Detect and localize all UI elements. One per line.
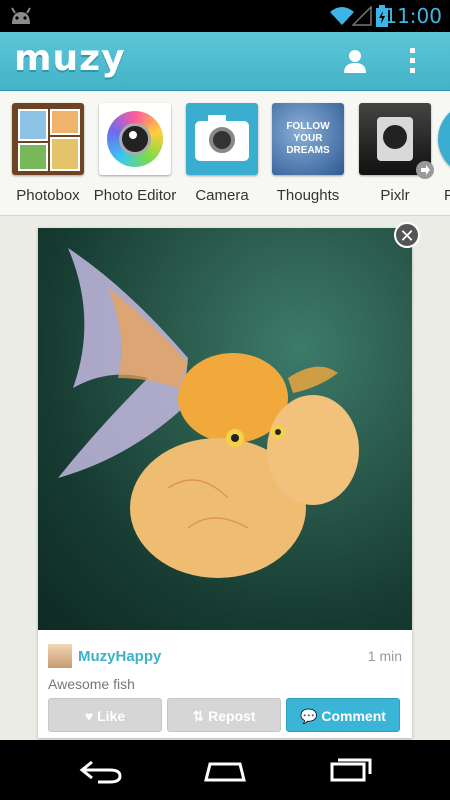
- heart-icon: ♥: [84, 708, 94, 724]
- post-photo[interactable]: [38, 228, 412, 630]
- close-icon[interactable]: ✕: [394, 222, 420, 248]
- recent-apps-icon[interactable]: [328, 754, 374, 784]
- app-label: Pixlr: [380, 187, 410, 204]
- like-label: Like: [97, 708, 126, 724]
- app-label: Photo Editor: [93, 187, 177, 204]
- muzy-logo[interactable]: muzy: [14, 38, 126, 79]
- post-caption: Awesome fish: [48, 676, 135, 692]
- avatar[interactable]: [48, 644, 72, 668]
- repost-button[interactable]: ⇅ Repost: [167, 698, 281, 732]
- person-icon[interactable]: [343, 49, 367, 73]
- status-bar: 11:00: [0, 0, 450, 32]
- apps-strip[interactable]: Photobox Photo Editor Camera FOLLOW YOUR…: [0, 91, 450, 216]
- photo-editor-icon: [99, 103, 171, 175]
- partial-app-icon: [438, 103, 450, 175]
- app-label: P: [444, 187, 450, 204]
- comment-button[interactable]: 💬 Comment: [286, 698, 400, 732]
- repost-icon: ⇅: [192, 708, 205, 724]
- comment-label: Comment: [321, 708, 386, 724]
- navigation-bar: [0, 740, 450, 800]
- app-pixlr[interactable]: Pixlr: [352, 103, 438, 204]
- post-time: 1 min: [367, 648, 402, 664]
- post-card: MuzyHappy 1 min Awesome fish ♥ Like ⇅ Re…: [38, 228, 412, 738]
- app-header: muzy: [0, 32, 450, 91]
- home-icon[interactable]: [200, 758, 250, 784]
- like-button[interactable]: ♥ Like: [48, 698, 162, 732]
- app-label: Photobox: [16, 187, 80, 204]
- post-username[interactable]: MuzyHappy: [78, 648, 161, 665]
- camera-icon: [186, 103, 258, 175]
- overflow-menu-icon[interactable]: [408, 46, 418, 76]
- goldfish-image: [58, 248, 359, 578]
- status-time: 11:00: [384, 4, 442, 28]
- app-camera[interactable]: Camera: [179, 103, 265, 204]
- speech-bubble-icon: 💬: [300, 708, 318, 724]
- signal-icon: [352, 6, 372, 26]
- app-partial[interactable]: P: [438, 103, 450, 204]
- arrow-right-icon: [416, 161, 434, 179]
- app-photobox[interactable]: Photobox: [5, 103, 91, 204]
- repost-label: Repost: [208, 708, 256, 724]
- app-label: Camera: [195, 187, 249, 204]
- back-icon[interactable]: [78, 758, 124, 784]
- photobox-icon: [12, 103, 84, 175]
- thoughts-tile-text: FOLLOW YOUR DREAMS: [286, 121, 330, 156]
- android-debug-icon: [11, 7, 31, 24]
- app-label: Thoughts: [276, 187, 340, 204]
- app-photo-editor[interactable]: Photo Editor: [92, 103, 178, 204]
- thoughts-icon: FOLLOW YOUR DREAMS: [272, 103, 344, 175]
- post-meta: MuzyHappy 1 min Awesome fish ♥ Like ⇅ Re…: [38, 630, 412, 738]
- app-thoughts[interactable]: FOLLOW YOUR DREAMS Thoughts: [265, 103, 351, 204]
- wifi-icon: [330, 7, 354, 25]
